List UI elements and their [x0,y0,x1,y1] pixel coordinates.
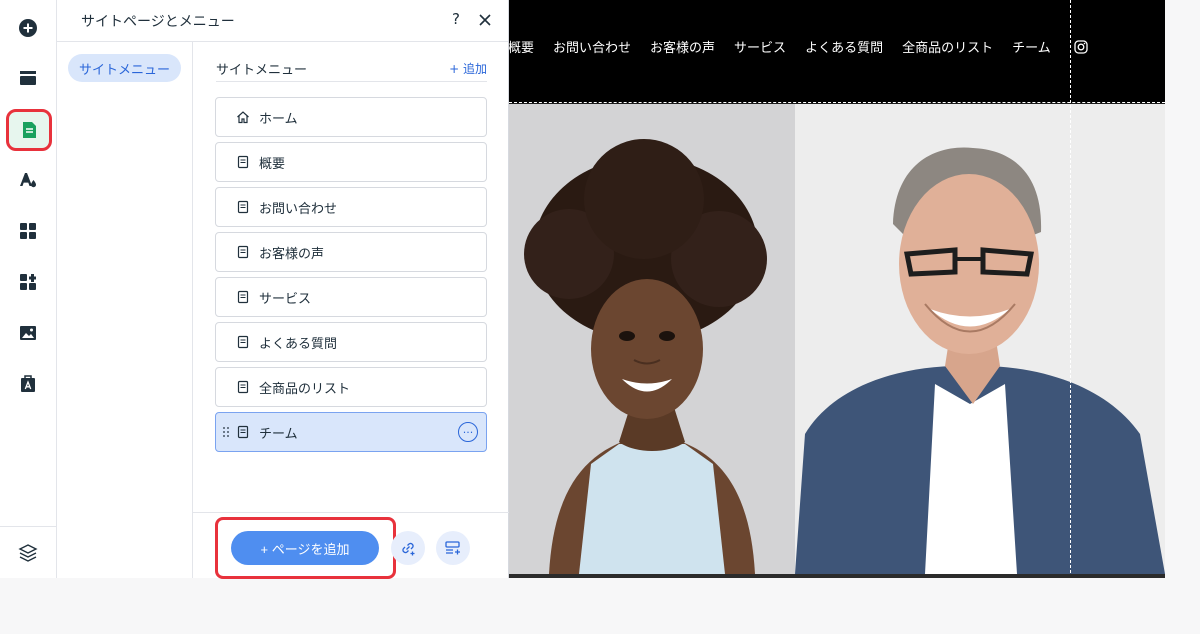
page-icon [237,200,249,214]
site-nav-item[interactable]: サービス [734,37,786,56]
panel-content: サイトメニュー + 追加 ホーム 概要 お問い合わせ お客様の声 サービス よく… [193,42,509,579]
pages-panel: サイトページとメニュー ? サイトメニュー サイトメニュー + 追加 ホーム 概… [57,0,509,579]
page-icon [237,290,249,304]
tab-site-menu[interactable]: サイトメニュー [68,54,181,82]
page-item-label: チーム [259,426,298,442]
page-item-label: ホーム [259,111,298,127]
media-icon[interactable] [12,317,44,349]
site-nav-item[interactable]: チーム [1012,37,1051,56]
team-photo-man[interactable] [795,104,1165,574]
page-item-label: お問い合わせ [259,201,338,217]
add-dropdown-button[interactable] [436,531,470,565]
link-icon [402,542,415,556]
page-item-home[interactable]: ホーム [215,97,487,137]
add-page-button[interactable]: + ページを追加 [231,531,379,565]
add-elements-icon[interactable] [12,12,44,44]
page-item-faq[interactable]: よくある質問 [215,322,487,362]
site-nav-item[interactable]: 概要 [509,37,534,56]
site-nav-item[interactable]: よくある質問 [805,37,883,56]
page-item-contact[interactable]: お問い合わせ [215,187,487,227]
pages-icon[interactable] [6,109,52,151]
menu-add-icon [445,541,460,555]
team-photo-woman[interactable] [509,104,795,574]
site-header[interactable]: 概要 お問い合わせ お客様の声 サービス よくある質問 全商品のリスト チーム [509,0,1165,103]
page-item-label: お客様の声 [259,246,325,262]
site-preview[interactable]: 概要 お問い合わせ お客様の声 サービス よくある質問 全商品のリスト チーム [509,0,1165,578]
page-icon [237,335,249,349]
page-icon [237,155,249,169]
page-item-services[interactable]: サービス [215,277,487,317]
layers-icon[interactable] [12,537,44,569]
panel-footer: + ページを追加 [193,512,509,579]
help-icon[interactable]: ? [452,10,460,28]
editor-screen: サイトページとメニュー ? サイトメニュー サイトメニュー + 追加 ホーム 概… [0,0,1200,634]
site-nav-item[interactable]: お問い合わせ [553,37,631,56]
site-nav-item[interactable]: 全商品のリスト [902,37,993,56]
add-menu-item-link[interactable]: + 追加 [449,60,487,77]
portfolio-icon[interactable] [12,368,44,400]
man-photo-image [795,104,1165,574]
apps-icon[interactable] [12,215,44,247]
preview-bottom-strip [509,574,1165,578]
page-item-label: サービス [259,291,312,307]
woman-photo-image [509,104,795,574]
drag-handle-icon[interactable] [222,426,230,438]
instagram-icon[interactable] [1074,40,1088,54]
panel-title: サイトページとメニュー [81,13,235,30]
business-apps-icon[interactable] [12,266,44,298]
page-icon [237,245,249,259]
page-item-about[interactable]: 概要 [215,142,487,182]
site-nav-item[interactable]: お客様の声 [650,37,715,56]
sections-icon[interactable] [12,62,44,94]
panel-left-nav: サイトメニュー [57,42,193,578]
site-nav: 概要 お問い合わせ お客様の声 サービス よくある質問 全商品のリスト チーム [509,37,1070,56]
home-icon [237,111,249,124]
toolbar-divider [0,526,57,527]
pages-list: ホーム 概要 お問い合わせ お客様の声 サービス よくある質問 全商品のリスト … [215,97,487,457]
page-item-testimonials[interactable]: お客様の声 [215,232,487,272]
layout-guide-line [1070,0,1071,578]
left-toolbar [0,0,57,578]
panel-header: サイトページとメニュー ? [57,0,508,42]
section-title: サイトメニュー [216,63,308,78]
page-item-all-products[interactable]: 全商品のリスト [215,367,487,407]
page-item-label: 全商品のリスト [259,381,351,397]
add-link-button[interactable] [391,531,425,565]
page-icon [237,425,249,439]
page-item-label: 概要 [259,156,286,172]
close-icon[interactable] [476,11,494,29]
section-header: サイトメニュー + 追加 [216,56,487,82]
page-item-team[interactable]: チーム ··· [215,412,487,452]
more-actions-button[interactable]: ··· [458,422,478,442]
page-item-label: よくある質問 [259,336,338,352]
page-icon [237,380,249,394]
design-icon[interactable] [12,164,44,196]
